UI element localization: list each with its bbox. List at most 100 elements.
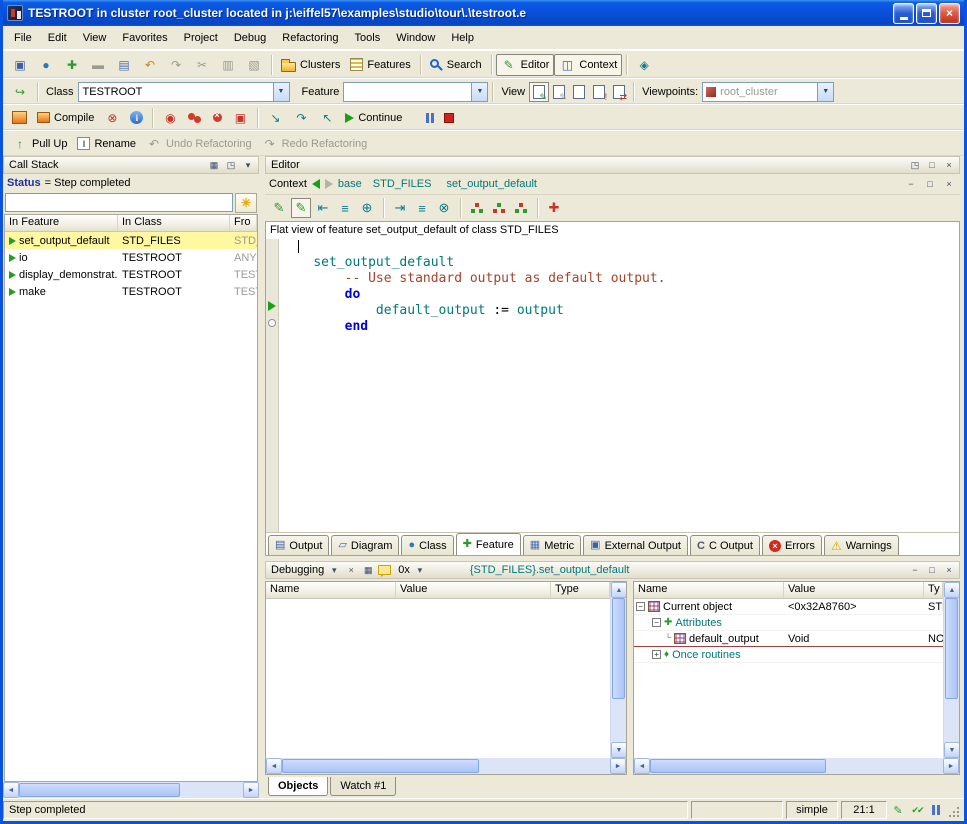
objects-hscrollbar[interactable]: ◄ ► [634, 758, 959, 774]
call-stack-filter-input[interactable] [5, 193, 233, 212]
features-button[interactable]: Features [345, 55, 415, 74]
save-button[interactable]: ▬ [85, 54, 111, 76]
redo-refactoring-button[interactable]: ↷Redo Refactoring [257, 133, 373, 155]
menu-debug[interactable]: Debug [226, 28, 274, 48]
open-in-new-window-button[interactable]: ↪ [7, 81, 33, 103]
column-value[interactable]: Value [784, 582, 924, 598]
descendants-button[interactable] [489, 198, 509, 218]
object-tree-row[interactable]: +♦Once routines [634, 647, 943, 663]
column-type[interactable]: Type [551, 582, 610, 598]
step-over-button[interactable]: ↷ [288, 107, 314, 129]
step-into-button[interactable]: ↘ [262, 107, 288, 129]
call-stack-row[interactable]: io TESTROOT ANY [5, 249, 257, 266]
scroll-right-button[interactable]: ► [610, 758, 626, 774]
context-minimize-icon[interactable]: − [904, 178, 918, 191]
watch-vscrollbar[interactable]: ▲ ▼ [610, 582, 626, 758]
tab-output[interactable]: ▤Output [268, 535, 329, 555]
menu-file[interactable]: File [6, 28, 40, 48]
float-panel-icon[interactable]: ◳ [224, 159, 238, 172]
new-window-button[interactable]: ▣ [7, 54, 33, 76]
call-stack-hscrollbar[interactable]: ◄ ► [3, 782, 259, 798]
tab-errors[interactable]: ×Errors [762, 535, 822, 555]
homonyms-button[interactable] [511, 198, 531, 218]
feature-combo[interactable]: ▼ [343, 82, 488, 102]
tab-objects[interactable]: Objects [268, 777, 328, 796]
callees-button[interactable]: ⇥ [390, 198, 410, 218]
contract-view-button[interactable]: ! [589, 82, 609, 102]
redo-button[interactable]: ↷ [163, 54, 189, 76]
scroll-up-button[interactable]: ▲ [611, 582, 626, 598]
breakpoints-tool-button[interactable]: ▣ [227, 107, 253, 129]
scroll-up-button[interactable]: ▲ [944, 582, 959, 598]
column-name[interactable]: Name [266, 582, 396, 598]
menu-help[interactable]: Help [443, 28, 482, 48]
menu-view[interactable]: View [75, 28, 115, 48]
project-settings-button[interactable] [7, 108, 32, 127]
scroll-thumb[interactable] [612, 598, 625, 699]
close-button[interactable]: × [939, 3, 960, 24]
open-in-new-tab-button[interactable]: ✎ [291, 198, 311, 218]
column-value[interactable]: Value [396, 582, 551, 598]
history-back-icon[interactable] [312, 179, 320, 189]
scroll-track[interactable] [944, 598, 959, 742]
call-stack-row[interactable]: display_demonstrat... TESTROOT TEST [5, 266, 257, 283]
dock-panel-icon[interactable]: ▾ [241, 159, 255, 172]
undo-refactoring-button[interactable]: ↶Undo Refactoring [141, 133, 257, 155]
interface-view-button[interactable]: ⇄ [609, 82, 629, 102]
remove-breakpoints-button[interactable] [208, 110, 227, 125]
scroll-track[interactable] [282, 758, 610, 774]
flat-view-button[interactable] [569, 82, 589, 102]
diagram-tool-button[interactable]: ◈ [631, 54, 657, 76]
column-in-class[interactable]: In Class [118, 215, 230, 231]
resize-grip[interactable] [947, 805, 961, 819]
creations-button[interactable]: ⊗ [434, 198, 454, 218]
pause-button[interactable] [421, 110, 439, 126]
search-button[interactable]: Search [425, 56, 487, 74]
callers-button[interactable]: ⇤ [313, 198, 333, 218]
context-close-icon[interactable]: × [942, 178, 956, 191]
history-forward-icon[interactable] [325, 179, 333, 189]
scroll-thumb[interactable] [650, 759, 826, 773]
scroll-left-button[interactable]: ◄ [266, 758, 282, 774]
scroll-track[interactable] [19, 782, 243, 798]
minimize-button[interactable] [893, 3, 914, 24]
collapse-icon[interactable]: − [636, 602, 645, 611]
tab-class[interactable]: ●Class [401, 535, 453, 555]
debug-close-icon[interactable]: × [942, 564, 956, 577]
call-stack-row[interactable]: set_output_default STD_FILES STD_ [5, 232, 257, 249]
tab-diagram[interactable]: ▱Diagram [331, 535, 399, 555]
save-all-button[interactable]: ▤ [111, 54, 137, 76]
menu-window[interactable]: Window [388, 28, 443, 48]
objects-vscrollbar[interactable]: ▲ ▼ [943, 582, 959, 758]
menu-tools[interactable]: Tools [347, 28, 389, 48]
viewpoints-combo-dropdown[interactable]: ▼ [817, 83, 833, 101]
menu-favorites[interactable]: Favorites [114, 28, 175, 48]
cancel-compile-button[interactable]: ⊗ [99, 107, 125, 129]
clickable-view-button[interactable]: ✎ [549, 82, 569, 102]
tab-external-output[interactable]: ▣External Output [583, 535, 688, 555]
object-tree-row[interactable]: −Current object <0x32A8760> STD_ [634, 599, 943, 615]
watch-table-empty-area[interactable] [266, 599, 610, 758]
debug-context-path[interactable]: {STD_FILES}.set_output_default [470, 564, 630, 576]
watch-hscrollbar[interactable]: ◄ ► [266, 758, 626, 774]
scroll-thumb[interactable] [945, 598, 958, 699]
paste-button[interactable]: ▧ [241, 54, 267, 76]
class-combo-dropdown[interactable]: ▼ [273, 83, 289, 101]
open-file-button[interactable]: ● [33, 54, 59, 76]
code-lines[interactable]: set_output_default -- Use standard outpu… [279, 239, 959, 532]
context-maximize-icon[interactable]: □ [923, 178, 937, 191]
scroll-thumb[interactable] [19, 783, 180, 797]
breadcrumb-class[interactable]: STD_FILES [373, 178, 432, 190]
scroll-right-button[interactable]: ► [243, 782, 259, 798]
clusters-button[interactable]: Clusters [276, 55, 345, 75]
titlebar[interactable]: TESTROOT in cluster root_cluster located… [3, 0, 964, 26]
scroll-down-button[interactable]: ▼ [611, 742, 626, 758]
exception-grid-icon[interactable]: ▦ [361, 564, 375, 577]
scroll-left-button[interactable]: ◄ [634, 758, 650, 774]
breadcrumb-cluster[interactable]: base [338, 178, 362, 190]
scroll-track[interactable] [611, 598, 626, 742]
assigners-button[interactable]: ≡ [335, 198, 355, 218]
scroll-right-button[interactable]: ► [943, 758, 959, 774]
stop-button[interactable] [439, 110, 459, 126]
tab-c-output[interactable]: CC Output [690, 535, 760, 555]
